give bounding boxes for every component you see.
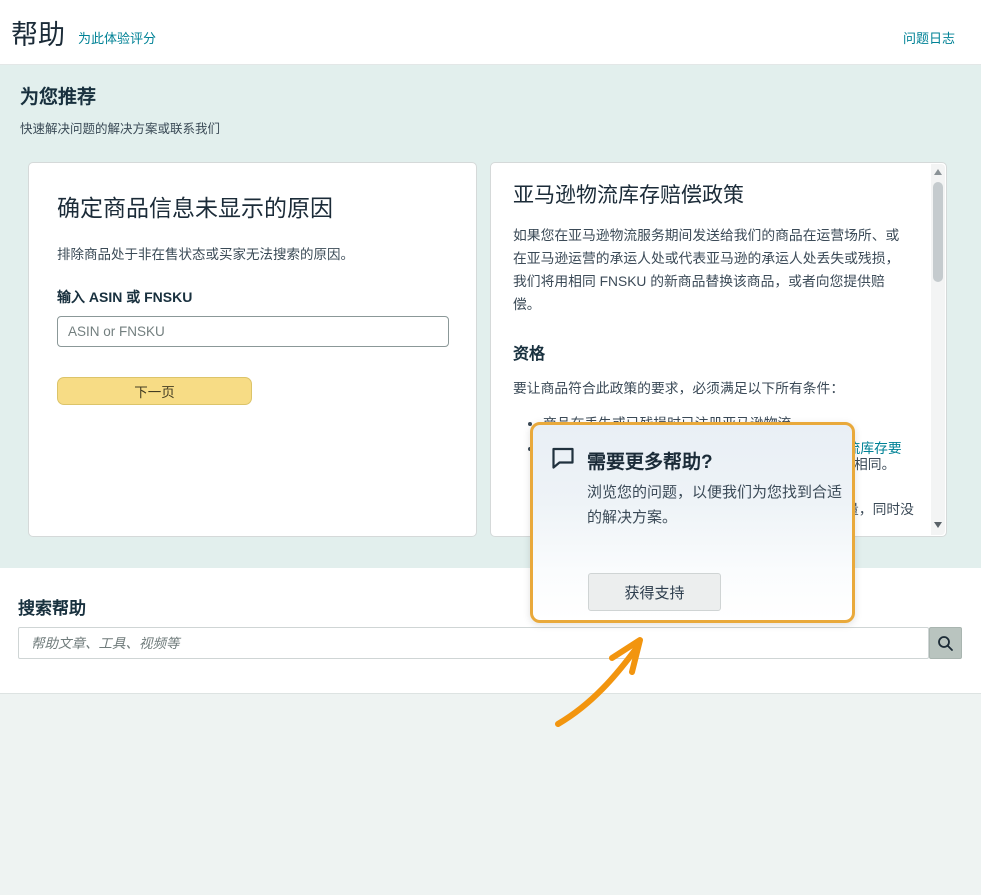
search-help-title: 搜索帮助 (18, 594, 86, 619)
search-input[interactable] (18, 627, 929, 659)
eligibility-intro: 要让商品符合此政策的要求，必须满足以下所有条件： (513, 377, 910, 397)
need-more-help-popup: 需要更多帮助? 浏览您的问题，以便我们为您找到合适的解决方案。 获得支持 (530, 422, 855, 623)
popup-title: 需要更多帮助? (587, 447, 713, 474)
footer-links-section: 卖家论坛 提出问题或从我们的卖家群体中寻找答案。 启动卖家论坛 需要更多帮助? … (0, 694, 981, 895)
next-page-button[interactable]: 下一页 (57, 377, 252, 405)
speech-bubble-icon (551, 447, 575, 474)
asin-lookup-card: 确定商品信息未显示的原因 排除商品处于非在售状态或买家无法搜索的原因。 输入 A… (28, 162, 477, 537)
recommended-subtitle: 快速解决问题的解决方案或联系我们 (20, 118, 220, 137)
scrollbar-up-arrow-icon[interactable] (931, 164, 945, 180)
policy-text-fragment: 量，同时没 (845, 498, 914, 518)
asin-input-label: 输入 ASIN 或 FNSKU (57, 287, 448, 307)
policy-paragraph: 如果您在亚马逊物流服务期间发送给我们的商品在运营场所、或在亚马逊运营的承运人处或… (513, 224, 910, 316)
recommended-title: 为您推荐 (20, 82, 96, 109)
asin-card-title: 确定商品信息未显示的原因 (57, 189, 448, 223)
scrollbar-down-arrow-icon[interactable] (931, 517, 945, 533)
search-icon (937, 635, 954, 652)
rate-experience-link[interactable]: 为此体验评分 (78, 28, 156, 47)
eligibility-heading: 资格 (513, 340, 910, 364)
issue-log-link[interactable]: 问题日志 (903, 28, 955, 47)
popup-body: 浏览您的问题，以便我们为您找到合适的解决方案。 (587, 480, 843, 530)
page-header: 帮助 为此体验评分 问题日志 (0, 0, 981, 65)
policy-text-fragment: 相同。 (854, 453, 895, 473)
page-title: 帮助 (11, 13, 65, 52)
asin-card-description: 排除商品处于非在售状态或买家无法搜索的原因。 (57, 243, 448, 263)
scrollbar[interactable] (931, 164, 945, 535)
scrollbar-thumb[interactable] (933, 182, 943, 282)
search-button[interactable] (929, 627, 962, 659)
policy-card-title: 亚马逊物流库存赔偿政策 (513, 179, 910, 209)
asin-input[interactable] (57, 316, 449, 347)
get-support-button[interactable]: 获得支持 (588, 573, 721, 611)
